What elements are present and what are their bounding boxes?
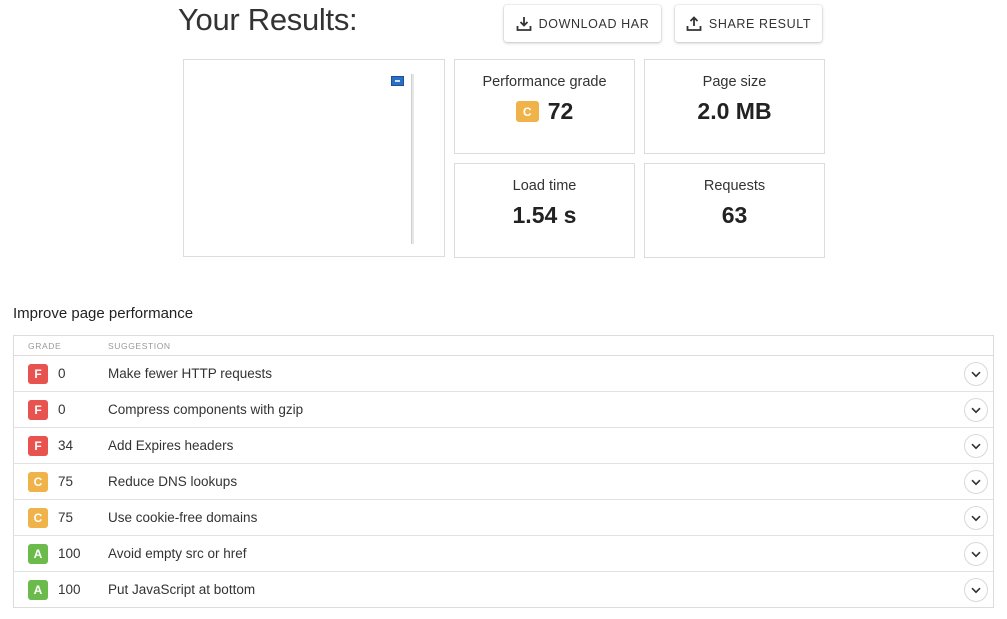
grade-badge: C (28, 472, 48, 492)
grade-badge: F (28, 400, 48, 420)
grade-score: 100 (58, 582, 81, 597)
grade-score: 100 (58, 546, 81, 561)
grade-badge: A (28, 580, 48, 600)
chevron-down-icon (971, 587, 981, 593)
performance-grade-label: Performance grade (482, 74, 607, 90)
table-row[interactable]: F 34 Add Expires headers (14, 428, 993, 464)
grade-badge: F (28, 436, 48, 456)
requests-label: Requests (703, 178, 766, 194)
improve-section-title: Improve page performance (13, 305, 194, 322)
load-time-label: Load time (512, 178, 577, 194)
expand-button[interactable] (964, 578, 988, 602)
flag-icon (391, 76, 404, 86)
performance-grade-value: 72 (547, 98, 574, 124)
page-title: Your Results: (178, 2, 358, 37)
table-row[interactable]: A 100 Avoid empty src or href (14, 536, 993, 572)
performance-grade-badge: C (515, 101, 539, 122)
expand-button[interactable] (964, 362, 988, 386)
table-row[interactable]: C 75 Use cookie-free domains (14, 500, 993, 536)
page-size-value: 2.0 MB (697, 98, 772, 124)
table-row[interactable]: A 100 Put JavaScript at bottom (14, 572, 993, 608)
suggestion-text: Put JavaScript at bottom (108, 582, 256, 597)
download-icon (516, 16, 532, 32)
grade-badge: F (28, 364, 48, 384)
chevron-down-icon (971, 371, 981, 377)
load-time-card: Load time 1.54 s (454, 163, 635, 258)
suggestion-text: Use cookie-free domains (108, 510, 258, 525)
share-icon (686, 15, 702, 32)
suggestion-text: Make fewer HTTP requests (108, 366, 273, 381)
performance-grade-value-wrap: C 72 (515, 98, 574, 125)
table-row[interactable]: F 0 Compress components with gzip (14, 392, 993, 428)
grade-score: 75 (58, 510, 74, 525)
suggestion-column-header: SUGGESTION (108, 341, 171, 351)
table-row[interactable]: F 0 Make fewer HTTP requests (14, 356, 993, 392)
performance-grade-card: Performance grade C 72 (454, 59, 635, 154)
chevron-down-icon (971, 551, 981, 557)
suggestion-text: Reduce DNS lookups (108, 474, 238, 489)
expand-button[interactable] (964, 434, 988, 458)
grade-badge: C (28, 508, 48, 528)
page-size-label: Page size (702, 74, 767, 90)
grade-column-header: GRADE (28, 341, 62, 351)
grade-score: 0 (58, 402, 66, 417)
expand-button[interactable] (964, 398, 988, 422)
chevron-down-icon (971, 479, 981, 485)
thumbnail-scrollbar (411, 74, 414, 244)
chevron-down-icon (971, 515, 981, 521)
table-header: GRADE SUGGESTION (14, 336, 993, 356)
expand-button[interactable] (964, 470, 988, 494)
requests-card: Requests 63 (644, 163, 825, 258)
expand-button[interactable] (964, 506, 988, 530)
download-har-button[interactable]: DOWNLOAD HAR (504, 5, 661, 42)
suggestions-table: GRADE SUGGESTION F 0 Make fewer HTTP reque… (13, 335, 994, 608)
expand-button[interactable] (964, 542, 988, 566)
chevron-down-icon (971, 407, 981, 413)
grade-score: 34 (58, 438, 74, 453)
suggestion-text: Avoid empty src or href (108, 546, 247, 561)
grade-badge: A (28, 544, 48, 564)
load-time-value: 1.54 s (512, 202, 577, 228)
page-size-card: Page size 2.0 MB (644, 59, 825, 154)
page-screenshot-thumbnail (183, 59, 445, 257)
suggestion-text: Add Expires headers (108, 438, 234, 453)
chevron-down-icon (971, 443, 981, 449)
suggestion-text: Compress components with gzip (108, 402, 304, 417)
grade-score: 75 (58, 474, 74, 489)
share-result-button[interactable]: SHARE RESULT (675, 5, 822, 42)
grade-score: 0 (58, 366, 66, 381)
download-har-label: DOWNLOAD HAR (538, 16, 650, 31)
requests-value: 63 (721, 202, 748, 228)
table-row[interactable]: C 75 Reduce DNS lookups (14, 464, 993, 500)
share-result-label: SHARE RESULT (708, 16, 812, 31)
